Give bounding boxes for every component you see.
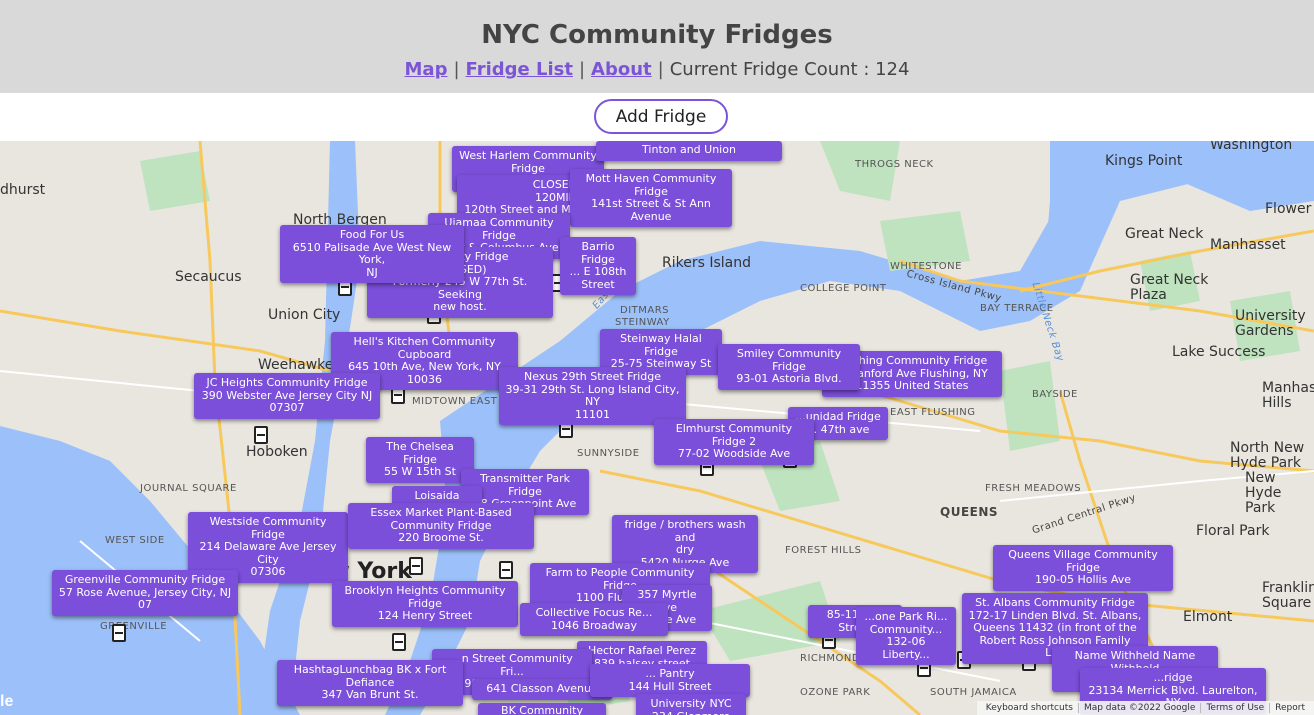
fridge-count: Current Fridge Count : 124 bbox=[669, 59, 910, 80]
fridge-marker[interactable] bbox=[409, 557, 423, 575]
keyboard-shortcuts-link[interactable]: Keyboard shortcuts bbox=[981, 703, 1078, 713]
place-label: JOURNAL SQUARE bbox=[140, 483, 237, 494]
place-label: Weehawken bbox=[258, 357, 343, 373]
place-label: Elmont bbox=[1183, 609, 1233, 625]
place-label: Flower H bbox=[1265, 201, 1314, 217]
fridge-label[interactable]: Nexus 29th Street Fridge 39-31 29th St. L… bbox=[499, 367, 686, 425]
top-nav: Map | Fridge List | About | Current Fridge Cou… bbox=[0, 59, 1314, 80]
site-header: NYC Community Fridges Map | Fridge List | Ab… bbox=[0, 0, 1314, 93]
fridge-label[interactable]: University NYC234 Glenmore Ave bbox=[636, 694, 746, 715]
place-label: MIDTOWN EAST bbox=[412, 396, 498, 407]
fridge-marker[interactable] bbox=[499, 561, 513, 579]
place-label: Manhass Hills bbox=[1262, 380, 1314, 411]
place-label: Great Neck Plaza bbox=[1130, 272, 1209, 303]
fridge-label[interactable]: Elmhurst Community Fridge 2 77-02 Woodsid… bbox=[654, 419, 814, 465]
place-label: WHITESTONE bbox=[890, 261, 962, 272]
nav-separator: | bbox=[453, 59, 460, 80]
place-label: Great Neck bbox=[1125, 226, 1204, 242]
place-label: dhurst bbox=[0, 182, 46, 198]
report-link[interactable]: Report bbox=[1269, 703, 1310, 713]
fridge-label[interactable]: Queens Village Community Fridge 190-05 Ho… bbox=[993, 545, 1173, 591]
fridge-label[interactable]: Essex Market Plant-Based Community Fridge… bbox=[348, 503, 534, 549]
fridge-label[interactable]: Barrio Fridge... E 108th Street bbox=[560, 237, 636, 295]
place-label: North New Hyde Park bbox=[1230, 440, 1305, 471]
google-logo: le bbox=[0, 693, 14, 710]
place-label: DITMARS bbox=[620, 305, 670, 316]
place-label: QUEENS bbox=[940, 505, 999, 519]
fridge-label[interactable]: Tinton and Union bbox=[596, 141, 782, 161]
place-label: GREENVILLE bbox=[100, 621, 168, 632]
place-label: Kings Point bbox=[1105, 153, 1183, 169]
nav-separator: | bbox=[657, 59, 664, 80]
place-label: Union City bbox=[268, 307, 341, 323]
place-label: Hoboken bbox=[246, 444, 308, 460]
fridge-label[interactable]: Brooklyn Heights Community Fridge 124 Henr… bbox=[332, 581, 518, 627]
place-label: WEST SIDE bbox=[105, 535, 165, 546]
place-label: Floral Park bbox=[1196, 523, 1270, 539]
fridge-label[interactable]: The Chelsea Fridge 55 W 15th St bbox=[366, 437, 474, 483]
add-fridge-bar: Add Fridge bbox=[0, 93, 1314, 141]
place-label: University Gardens bbox=[1235, 308, 1306, 339]
fridge-label[interactable]: Greenville Community Fridge 57 Rose Avenu… bbox=[52, 570, 238, 616]
page-title: NYC Community Fridges bbox=[481, 20, 833, 50]
place-label: Secaucus bbox=[175, 269, 242, 285]
add-fridge-button[interactable]: Add Fridge bbox=[594, 99, 728, 134]
fridge-label[interactable]: HashtagLunchbag BK x Fort Defiance 347 Van… bbox=[277, 660, 463, 706]
fridge-label[interactable]: Food For Us 6510 Palisade Ave West New Yo… bbox=[280, 225, 464, 283]
map-canvas[interactable]: Washington Kings Point Flower H Great Ne… bbox=[0, 141, 1314, 715]
fridge-label[interactable]: Mott Haven Community Fridge 141st Street … bbox=[570, 169, 732, 227]
fridge-label[interactable]: ...one Park Ri... Community... 132-06 Libe… bbox=[856, 607, 956, 665]
fridge-marker[interactable] bbox=[254, 426, 268, 444]
fridge-label[interactable]: JC Heights Community Fridge 390 Webster A… bbox=[194, 373, 380, 419]
nav-map-link[interactable]: Map bbox=[405, 59, 448, 80]
place-label: FOREST HILLS bbox=[785, 545, 862, 556]
fridge-label[interactable]: ... Pantry 144 Hull Street bbox=[590, 664, 750, 697]
place-label: STEINWAY bbox=[615, 317, 670, 328]
place-label: BAYSIDE bbox=[1032, 389, 1078, 400]
place-label: Manhasset bbox=[1210, 237, 1286, 253]
fridge-label[interactable]: Smiley Community Fridge 93-01 Astoria Blv… bbox=[718, 344, 860, 390]
place-label: SOUTH JAMAICA bbox=[930, 687, 1017, 698]
fridge-marker[interactable] bbox=[392, 633, 406, 651]
nav-about-link[interactable]: About bbox=[591, 59, 652, 80]
nav-fridge-list-link[interactable]: Fridge List bbox=[466, 59, 573, 80]
place-label: OZONE PARK bbox=[800, 687, 871, 698]
place-label: New Hyde Park bbox=[1245, 470, 1282, 516]
place-label: Franklin Square bbox=[1262, 580, 1314, 611]
fridge-marker[interactable] bbox=[112, 624, 126, 642]
place-label: COLLEGE POINT bbox=[800, 283, 887, 294]
nav-separator: | bbox=[578, 59, 586, 80]
place-label: Rikers Island bbox=[662, 255, 751, 271]
place-label: Lake Success bbox=[1172, 344, 1266, 360]
place-label: SUNNYSIDE bbox=[577, 448, 640, 459]
map-data-text: Map data ©2022 Google bbox=[1077, 703, 1201, 713]
terms-link[interactable]: Terms of Use bbox=[1200, 703, 1269, 713]
fridge-label[interactable]: BK Community Fridge bbox=[478, 703, 606, 715]
place-label: EAST FLUSHING bbox=[890, 407, 976, 418]
place-label: THROGS NECK bbox=[855, 159, 934, 170]
fridge-label[interactable]: Collective Focus Re... 1046 Broadway bbox=[520, 603, 668, 636]
place-label: FRESH MEADOWS bbox=[985, 483, 1082, 494]
map-attribution: Keyboard shortcuts Map data ©2022 Google… bbox=[976, 701, 1314, 715]
place-label: Washington bbox=[1210, 141, 1293, 153]
